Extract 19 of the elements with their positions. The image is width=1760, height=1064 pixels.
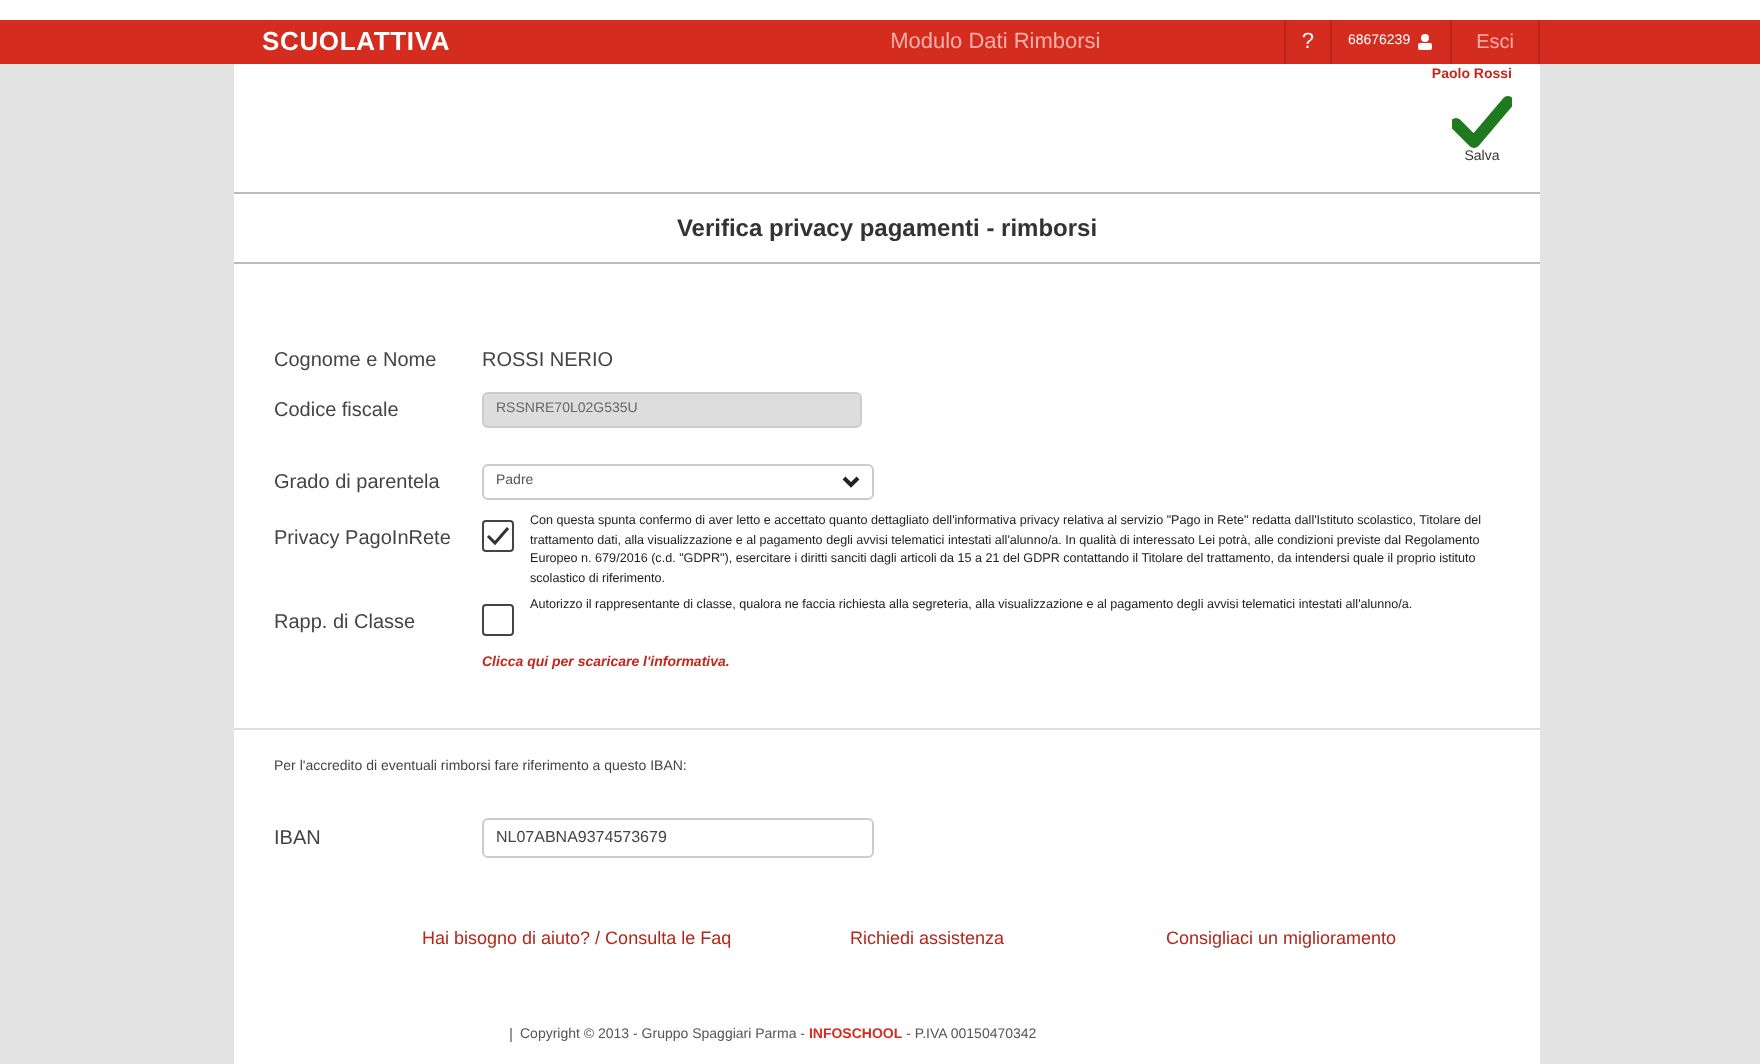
field-label: Privacy PagoInRete — [274, 526, 453, 554]
footer-link[interactable]: Hai bisogno di aiuto? / Consulta le Faq — [422, 926, 850, 953]
module-title: Modulo Dati Rimborsi — [890, 27, 1101, 58]
field-label: IBAN — [274, 825, 323, 853]
field-label: Codice fiscale — [274, 397, 401, 425]
footer-link[interactable]: Richiedi assistenza — [850, 926, 1166, 953]
field-label: Rapp. di Classe — [274, 610, 418, 638]
user-icon — [1416, 34, 1435, 50]
checkbox[interactable] — [482, 604, 514, 636]
form-title: Verifica privacy pagamenti - rimborsi — [676, 212, 1098, 246]
footer-link[interactable]: Consigliaci un miglioramento — [1166, 926, 1526, 953]
checkmark-icon — [1452, 95, 1512, 147]
field-label: Grado di parentela — [274, 469, 442, 497]
field-label: Cognome e Nome — [274, 347, 439, 375]
iban-field[interactable]: NL07ABNA9374573679 — [482, 818, 874, 858]
checkbox[interactable] — [482, 520, 514, 552]
logo[interactable]: SCUOLATTIVA — [262, 22, 451, 62]
chevron-down-icon — [842, 476, 860, 488]
name-value: ROSSI NERIO — [482, 347, 614, 375]
